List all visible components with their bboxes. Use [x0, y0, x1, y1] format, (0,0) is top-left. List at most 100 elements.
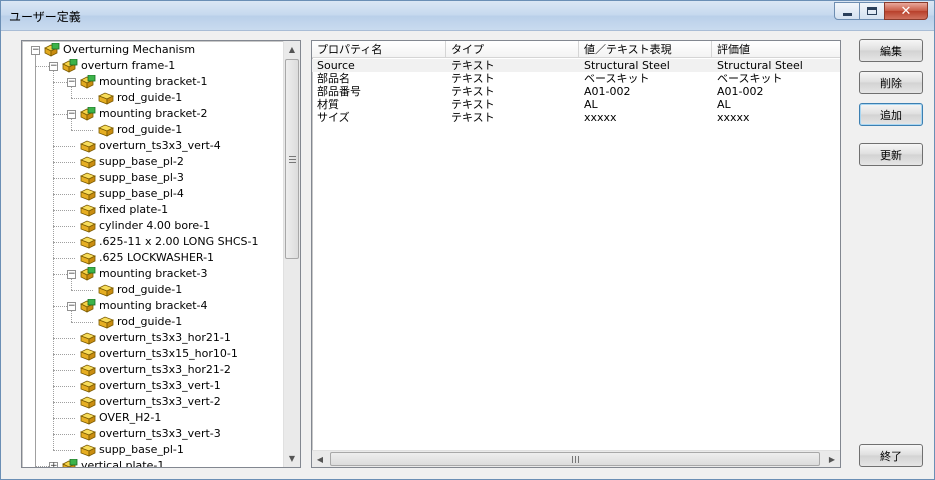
tree-connector-line: [53, 178, 75, 179]
tree-node[interactable]: mounting bracket-1: [80, 74, 208, 90]
tree-node-label: vertical plate-1: [81, 459, 165, 467]
tree-scroll-thumb[interactable]: [285, 59, 299, 259]
cell-property-name: 部品名: [317, 72, 350, 85]
tree-node[interactable]: overturn_ts3x3_hor21-2: [80, 362, 231, 378]
assembly-icon: [80, 74, 96, 89]
window-title: ユーザー定義: [9, 10, 81, 24]
property-table[interactable]: プロパティ名 タイプ 値／テキスト表現 評価値 Source テキスト Stru…: [311, 40, 841, 468]
tree-node[interactable]: fixed plate-1: [80, 202, 168, 218]
cell-property-name: 部品番号: [317, 85, 361, 98]
scroll-down-arrow-icon[interactable]: ▼: [284, 450, 300, 467]
part-icon: [80, 219, 96, 233]
grip-line: [572, 456, 573, 463]
expand-icon[interactable]: +: [49, 462, 58, 467]
table-row[interactable]: Source テキスト Structural Steel Structural …: [312, 59, 840, 72]
close-button[interactable]: ✕: [884, 2, 928, 20]
tree-node-label: .625 LOCKWASHER-1: [99, 251, 215, 264]
tree-node[interactable]: rod_guide-1: [98, 314, 182, 330]
assembly-tree[interactable]: − Overturning Mechanism − overturn frame-1−…: [21, 40, 301, 468]
tree-node-label: rod_guide-1: [117, 91, 183, 104]
tree-connector-line: [53, 162, 75, 163]
collapse-icon[interactable]: −: [67, 302, 76, 311]
grip-line: [289, 159, 296, 160]
tree-node-label: mounting bracket-2: [99, 107, 208, 120]
tree-node[interactable]: overturn frame-1: [62, 58, 175, 74]
tree-node[interactable]: supp_base_pl-1: [80, 442, 184, 458]
tree-node[interactable]: supp_base_pl-2: [80, 154, 184, 170]
tree-node-label: .625-11 x 2.00 LONG SHCS-1: [99, 235, 259, 248]
tree-node[interactable]: .625 LOCKWASHER-1: [80, 250, 214, 266]
tree-node[interactable]: rod_guide-1: [98, 282, 182, 298]
tree-node-label: cylinder 4.00 bore-1: [99, 219, 211, 232]
tree-node[interactable]: mounting bracket-4: [80, 298, 208, 314]
tree-connector-line: [71, 130, 93, 131]
delete-button[interactable]: 削除: [859, 71, 923, 94]
part-icon: [80, 443, 96, 457]
tree-node[interactable]: overturn_ts3x15_hor10-1: [80, 346, 238, 362]
table-row[interactable]: 部品番号 テキスト A01-002 A01-002: [312, 85, 840, 98]
assembly-icon: [80, 266, 96, 281]
tree-node[interactable]: OVER_H2-1: [80, 410, 161, 426]
assembly-icon: [62, 58, 78, 73]
tree-connector-line: [71, 279, 72, 290]
collapse-icon[interactable]: −: [31, 46, 40, 55]
tree-node[interactable]: mounting bracket-2: [80, 106, 208, 122]
column-header-type[interactable]: タイプ: [446, 41, 579, 58]
tree-node-label: overturn_ts3x3_hor21-1: [99, 331, 231, 344]
refresh-button[interactable]: 更新: [859, 143, 923, 166]
tree-node[interactable]: rod_guide-1: [98, 90, 182, 106]
column-header-value[interactable]: 値／テキスト表現: [579, 41, 712, 58]
add-button[interactable]: 追加: [859, 103, 923, 126]
assembly-icon: [80, 298, 96, 313]
collapse-icon[interactable]: −: [67, 270, 76, 279]
tree-node[interactable]: overturn_ts3x3_vert-4: [80, 138, 221, 154]
minimize-button[interactable]: [834, 2, 860, 20]
table-row[interactable]: サイズ テキスト xxxxx xxxxx: [312, 111, 840, 124]
tree-vertical-scrollbar[interactable]: ▲ ▼: [283, 41, 300, 467]
edit-button[interactable]: 編集: [859, 39, 923, 62]
tree-connector-line: [53, 146, 75, 147]
tree-node[interactable]: Overturning Mechanism: [44, 42, 195, 58]
table-horizontal-scrollbar[interactable]: ◀ ▶: [312, 450, 840, 467]
tree-node[interactable]: rod_guide-1: [98, 122, 182, 138]
tree-connector-line: [71, 311, 72, 322]
scroll-up-arrow-icon[interactable]: ▲: [284, 41, 300, 58]
column-header-property-name[interactable]: プロパティ名: [312, 41, 446, 58]
scroll-right-arrow-icon[interactable]: ▶: [824, 451, 840, 467]
collapse-icon[interactable]: −: [67, 78, 76, 87]
cell-value: ベースキット: [584, 72, 650, 85]
tree-node[interactable]: mounting bracket-3: [80, 266, 208, 282]
title-bar[interactable]: ユーザー定義 ✕: [1, 1, 934, 31]
tree-node[interactable]: supp_base_pl-4: [80, 186, 184, 202]
tree-node[interactable]: overturn_ts3x3_vert-3: [80, 426, 221, 442]
tree-node[interactable]: .625-11 x 2.00 LONG SHCS-1: [80, 234, 258, 250]
column-header-evaluated[interactable]: 評価値: [712, 41, 840, 58]
table-row[interactable]: 材質 テキスト AL AL: [312, 98, 840, 111]
tree-connector-line: [53, 434, 75, 435]
tree-node[interactable]: supp_base_pl-3: [80, 170, 184, 186]
table-row[interactable]: 部品名 テキスト ベースキット ベースキット: [312, 72, 840, 85]
collapse-icon[interactable]: −: [67, 110, 76, 119]
cell-property-name: Source: [317, 59, 355, 72]
tree-node[interactable]: overturn_ts3x3_vert-1: [80, 378, 221, 394]
tree-node[interactable]: cylinder 4.00 bore-1: [80, 218, 210, 234]
tree-node[interactable]: vertical plate-1: [62, 458, 164, 467]
tree-connector-line: [71, 87, 72, 98]
part-icon: [80, 411, 96, 425]
table-scroll-thumb[interactable]: [330, 452, 820, 466]
close-dialog-button[interactable]: 終了: [859, 444, 923, 467]
tree-node[interactable]: overturn_ts3x3_vert-2: [80, 394, 221, 410]
tree-connector-line: [53, 370, 75, 371]
tree-node[interactable]: overturn_ts3x3_hor21-1: [80, 330, 231, 346]
scroll-left-arrow-icon[interactable]: ◀: [312, 451, 328, 467]
tree-connector-line: [53, 338, 75, 339]
assembly-icon: [80, 106, 96, 121]
cell-type: テキスト: [451, 85, 495, 98]
tree-connector-line: [71, 322, 93, 323]
cell-evaluated: AL: [717, 98, 731, 111]
part-icon: [80, 347, 96, 361]
maximize-button[interactable]: [859, 2, 885, 20]
cell-value: AL: [584, 98, 598, 111]
tree-connector-line: [53, 258, 75, 259]
collapse-icon[interactable]: −: [49, 62, 58, 71]
